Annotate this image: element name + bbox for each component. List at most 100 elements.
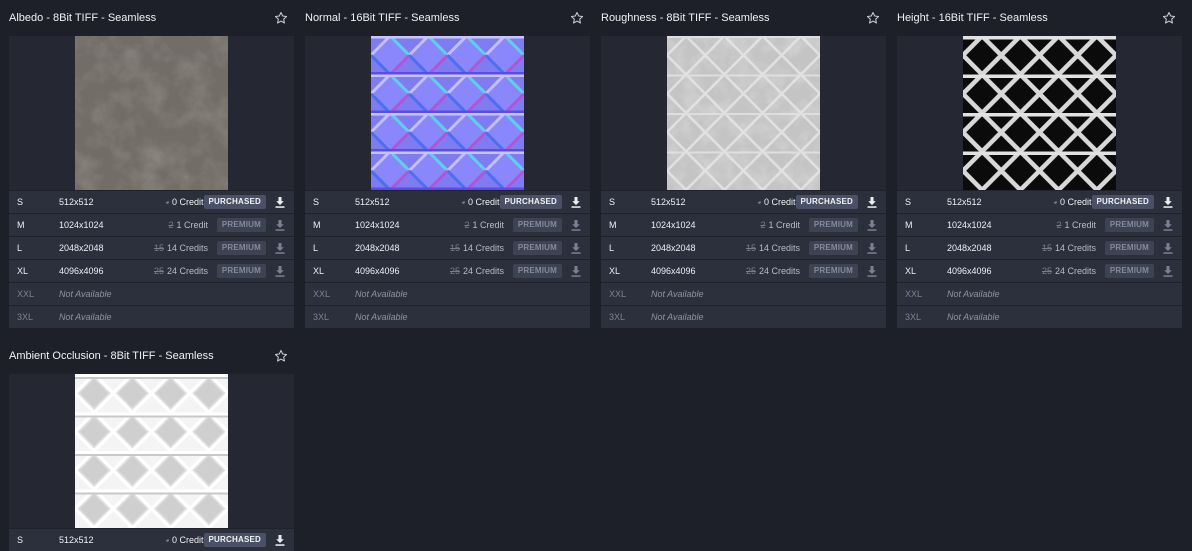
credit-price: 24 Credits <box>1054 266 1096 276</box>
download-icon[interactable] <box>867 242 877 254</box>
resolution-row-xl: XL 4096x4096 25 24 Credits PREMIUM <box>601 259 886 282</box>
size-label: XL <box>313 266 325 276</box>
purchased-badge: PURCHASED <box>795 195 858 209</box>
resolution-list: S 512x512 ⸗ 0 Credits PURCHASED <box>9 528 294 551</box>
download-icon[interactable] <box>571 219 581 231</box>
resolution-list: S 512x512 ⸗ 0 Credits PURCHASED M 1024x10… <box>305 190 590 328</box>
download-icon[interactable] <box>571 242 581 254</box>
premium-badge[interactable]: PREMIUM <box>808 218 858 232</box>
dimensions: 2048x2048 <box>59 243 104 253</box>
premium-badge[interactable]: PREMIUM <box>512 264 562 278</box>
card-title: Normal - 16Bit TIFF - Seamless <box>305 12 460 24</box>
old-credits: ⸗ <box>757 197 761 207</box>
preview-area <box>9 374 294 528</box>
download-icon[interactable] <box>275 196 285 208</box>
resolution-row-xxl: XXL Not Available <box>305 282 590 305</box>
credits: 15 14 Credits <box>450 243 504 253</box>
roughness-texture-thumbnail[interactable] <box>667 36 820 190</box>
size-label: M <box>313 220 321 230</box>
credits: 25 24 Credits <box>746 266 800 276</box>
star-icon[interactable] <box>274 11 288 25</box>
credits: ⸗ 0 Credits <box>166 197 208 207</box>
resolution-list: S 512x512 ⸗ 0 Credits PURCHASED M 1024x10… <box>9 190 294 328</box>
download-icon[interactable] <box>275 242 285 254</box>
download-icon[interactable] <box>275 265 285 277</box>
premium-badge[interactable]: PREMIUM <box>1104 241 1154 255</box>
resolution-row-xl: XL 4096x4096 25 24 Credits PREMIUM <box>9 259 294 282</box>
resolution-row-xl: XL 4096x4096 25 24 Credits PREMIUM <box>897 259 1182 282</box>
size-label: S <box>17 535 24 545</box>
availability: Not Available <box>355 289 408 299</box>
download-icon[interactable] <box>867 196 877 208</box>
download-icon[interactable] <box>571 196 581 208</box>
credits: 15 14 Credits <box>154 243 208 253</box>
map-card-ambient-occlusion: Ambient Occlusion - 8Bit TIFF - Seamless… <box>9 338 294 551</box>
download-icon[interactable] <box>1163 265 1173 277</box>
premium-badge[interactable]: PREMIUM <box>512 241 562 255</box>
size-label: M <box>17 220 25 230</box>
credits: 15 14 Credits <box>746 243 800 253</box>
download-icon[interactable] <box>275 534 285 546</box>
dimensions: 4096x4096 <box>651 266 696 276</box>
download-icon[interactable] <box>1163 242 1173 254</box>
card-title: Ambient Occlusion - 8Bit TIFF - Seamless <box>9 350 214 362</box>
height-texture-thumbnail[interactable] <box>963 36 1116 190</box>
resolution-row-3xl: 3XL Not Available <box>9 305 294 328</box>
size-label: XL <box>17 266 29 276</box>
card-header: Albedo - 8Bit TIFF - Seamless <box>9 0 294 36</box>
premium-badge[interactable]: PREMIUM <box>1104 218 1154 232</box>
preview-area <box>9 36 294 190</box>
star-icon[interactable] <box>866 11 880 25</box>
size-label: XXL <box>609 289 627 299</box>
resolution-row-m: M 1024x1024 21 Credit PREMIUM <box>305 213 590 236</box>
credit-price: 0 Credits <box>763 197 800 207</box>
credits: ⸗ 0 Credits <box>462 197 504 207</box>
size-label: L <box>609 243 615 253</box>
premium-badge[interactable]: PREMIUM <box>216 264 266 278</box>
old-credits: 15 <box>745 243 756 253</box>
ambient-occlusion-texture-thumbnail[interactable] <box>75 374 228 528</box>
size-label: XXL <box>313 289 331 299</box>
dimensions: 2048x2048 <box>355 243 400 253</box>
albedo-texture-thumbnail[interactable] <box>75 36 228 190</box>
download-icon[interactable] <box>1163 196 1173 208</box>
resolution-row-l: L 2048x2048 15 14 Credits PREMIUM <box>897 236 1182 259</box>
premium-badge[interactable]: PREMIUM <box>808 241 858 255</box>
premium-badge[interactable]: PREMIUM <box>808 264 858 278</box>
star-icon[interactable] <box>1162 11 1176 25</box>
old-credits: 2 <box>1056 220 1062 230</box>
old-credits: 25 <box>449 266 460 276</box>
star-icon[interactable] <box>570 11 584 25</box>
resolution-row-s: S 512x512 ⸗ 0 Credits PURCHASED <box>9 528 294 551</box>
credits: 21 Credit <box>760 220 800 230</box>
size-label: L <box>17 243 23 253</box>
premium-badge[interactable]: PREMIUM <box>216 241 266 255</box>
premium-badge[interactable]: PREMIUM <box>216 218 266 232</box>
credits: 25 24 Credits <box>450 266 504 276</box>
star-icon[interactable] <box>274 349 288 363</box>
download-icon[interactable] <box>571 265 581 277</box>
size-label: XXL <box>17 289 35 299</box>
download-icon[interactable] <box>867 219 877 231</box>
dimensions: 1024x1024 <box>651 220 696 230</box>
premium-badge[interactable]: PREMIUM <box>512 218 562 232</box>
normal-texture-thumbnail[interactable] <box>371 36 524 190</box>
credits: 21 Credit <box>168 220 208 230</box>
credits: 25 24 Credits <box>1042 266 1096 276</box>
credits: ⸗ 0 Credits <box>166 535 208 545</box>
resolution-row-s: S 512x512 ⸗ 0 Credits PURCHASED <box>601 190 886 213</box>
download-icon[interactable] <box>1163 219 1173 231</box>
credits: 15 14 Credits <box>1042 243 1096 253</box>
old-credits: ⸗ <box>165 535 169 545</box>
resolution-row-s: S 512x512 ⸗ 0 Credits PURCHASED <box>9 190 294 213</box>
old-credits: 15 <box>449 243 460 253</box>
premium-badge[interactable]: PREMIUM <box>1104 264 1154 278</box>
download-icon[interactable] <box>867 265 877 277</box>
size-label: S <box>905 197 912 207</box>
card-header: Height - 16Bit TIFF - Seamless <box>897 0 1182 36</box>
preview-area <box>897 36 1182 190</box>
credit-price: 0 Credits <box>1059 197 1096 207</box>
size-label: S <box>17 197 24 207</box>
size-label: M <box>905 220 913 230</box>
download-icon[interactable] <box>275 219 285 231</box>
